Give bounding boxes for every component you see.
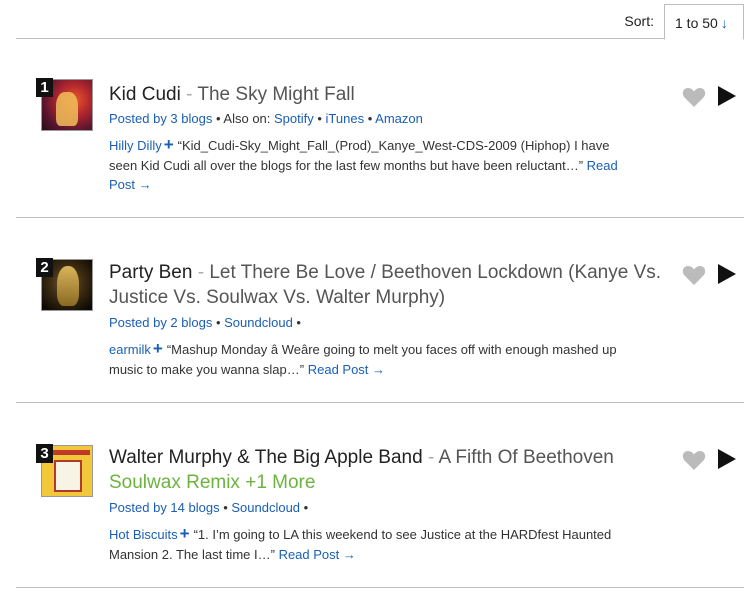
heart-icon[interactable] <box>682 449 706 471</box>
also-on-label: • Also on: <box>212 111 275 126</box>
artist-link[interactable]: Kid Cudi <box>109 84 181 105</box>
bullet: • <box>292 315 301 330</box>
heart-icon[interactable] <box>682 264 706 286</box>
sort-label: Sort: <box>624 13 654 29</box>
track-item: 1 Kid Cudi - The Sky Might Fall Posted b… <box>16 40 744 218</box>
play-icon[interactable] <box>718 86 736 106</box>
rank-badge: 1 <box>36 78 53 97</box>
blog-excerpt: Hot Biscuits + “1. I’m going to LA this we… <box>109 524 629 564</box>
track-item: 2 Party Ben - Let There Be Love / Beetho… <box>16 218 744 403</box>
track-title: Kid Cudi - The Sky Might Fall <box>109 82 669 107</box>
blog-link[interactable]: Hilly Dilly <box>109 138 162 153</box>
sort-bar: Sort: 1 to 50 ↓ <box>16 0 744 40</box>
blog-excerpt: Hilly Dilly + “Kid_Cudi-Sky_Might_Fall_(Pr… <box>109 135 629 195</box>
follow-blog-plus-icon[interactable]: + <box>164 135 174 154</box>
excerpt-text: “Kid_Cudi-Sky_Might_Fall_(Prod)_Kanye_We… <box>109 138 610 173</box>
sort-dropdown[interactable]: 1 to 50 ↓ <box>664 4 744 40</box>
read-post-link[interactable]: Read Post → <box>308 362 385 377</box>
bullet: • <box>212 315 225 330</box>
rank-badge: 3 <box>36 444 53 463</box>
bullet: • <box>313 111 326 126</box>
track-meta: Posted by 14 blogs • Soundcloud • <box>109 500 308 515</box>
title-separator: - <box>192 262 210 283</box>
remix-link[interactable]: Soulwax Remix <box>109 472 240 493</box>
bullet: • <box>364 111 376 126</box>
amazon-link[interactable]: Amazon <box>375 111 423 126</box>
sort-arrow-icon: ↓ <box>720 15 728 31</box>
posted-by-link[interactable]: Posted by 14 blogs <box>109 500 220 515</box>
soundcloud-link[interactable]: Soundcloud <box>224 315 293 330</box>
bullet: • <box>219 500 232 515</box>
follow-blog-plus-icon[interactable]: + <box>180 524 190 543</box>
title-separator: - <box>180 84 198 105</box>
soundcloud-link[interactable]: Soundcloud <box>231 500 300 515</box>
play-icon[interactable] <box>718 264 736 284</box>
sort-value: 1 to 50 <box>675 15 718 31</box>
more-versions-link[interactable]: +1 More <box>245 472 315 493</box>
posted-by-link[interactable]: Posted by 3 blogs <box>109 111 212 126</box>
track-item: 3 Walter Murphy & The Big Apple Band - A… <box>16 403 744 588</box>
track-title: Walter Murphy & The Big Apple Band - A F… <box>109 445 669 495</box>
blog-link[interactable]: earmilk <box>109 342 151 357</box>
track-meta: Posted by 3 blogs • Also on: Spotify • i… <box>109 111 423 126</box>
posted-by-link[interactable]: Posted by 2 blogs <box>109 315 212 330</box>
song-link[interactable]: The Sky Might Fall <box>197 84 354 105</box>
artist-link[interactable]: Walter Murphy & The Big Apple Band <box>109 447 423 468</box>
read-post-link[interactable]: Read Post → <box>279 547 356 562</box>
bullet: • <box>300 500 309 515</box>
spotify-link[interactable]: Spotify <box>274 111 314 126</box>
play-icon[interactable] <box>718 449 736 469</box>
artist-link[interactable]: Party Ben <box>109 262 192 283</box>
follow-blog-plus-icon[interactable]: + <box>153 339 163 358</box>
blog-link[interactable]: Hot Biscuits <box>109 527 178 542</box>
itunes-link[interactable]: iTunes <box>326 111 365 126</box>
title-separator: - <box>422 447 439 468</box>
track-title: Party Ben - Let There Be Love / Beethove… <box>109 260 669 310</box>
rank-badge: 2 <box>36 258 53 277</box>
song-link[interactable]: A Fifth Of Beethoven <box>439 447 614 468</box>
track-meta: Posted by 2 blogs • Soundcloud • <box>109 315 301 330</box>
blog-excerpt: earmilk + “Mashup Monday â Weâre going to … <box>109 339 629 379</box>
heart-icon[interactable] <box>682 86 706 108</box>
